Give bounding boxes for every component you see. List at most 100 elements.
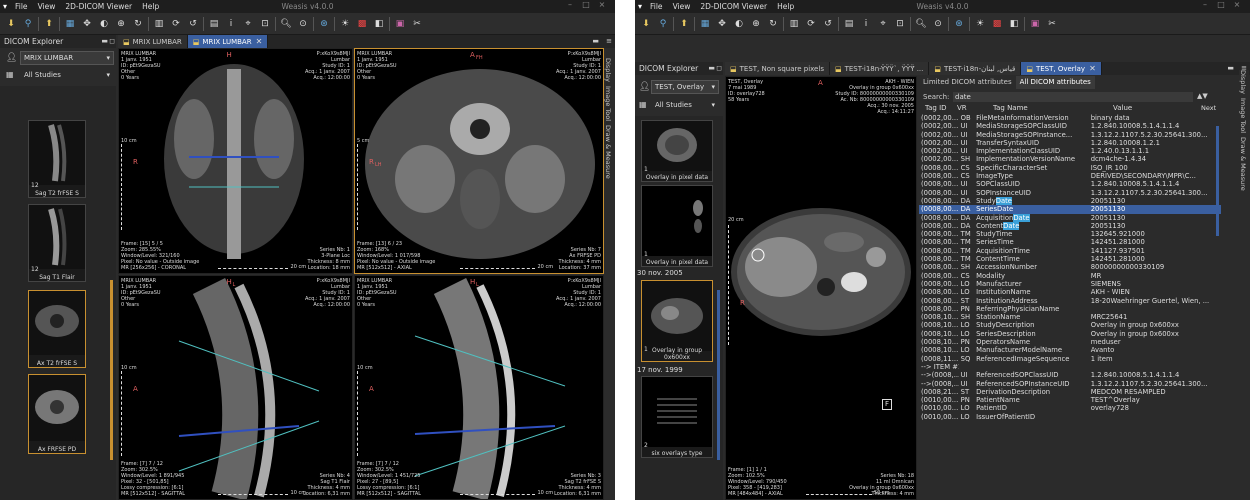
draw-measure-panel-tab[interactable]: Draw & Measure	[604, 125, 612, 179]
tools-icon[interactable]: ✂	[1045, 17, 1059, 31]
invert-icon[interactable]: ◧	[372, 17, 386, 31]
menu-file[interactable]: File	[645, 2, 668, 11]
table-row[interactable]: (0008,00... LO InstitutionName AKH - WIEN	[919, 288, 1221, 296]
rotate-tool-icon[interactable]: ↻	[766, 17, 780, 31]
table-row[interactable]: (0002,00... UI TransferSyntaxUID 1.2.840.10…	[919, 139, 1221, 147]
minimize-icon[interactable]: –	[1198, 0, 1212, 9]
brightness-icon[interactable]: ☀	[973, 17, 987, 31]
table-row[interactable]: (0008,00... ST InstitutionAddress 18-20Waeh…	[919, 297, 1221, 305]
column-vr[interactable]: VR	[957, 104, 973, 114]
minimize-icon[interactable]: –	[563, 0, 577, 9]
image-viewport-1[interactable]: MRIX LUMBAR 1 janv. 1951 ID: pEt9GezaSU …	[118, 48, 353, 274]
close-icon[interactable]: ×	[595, 0, 609, 9]
color-lut-icon[interactable]: ▩	[355, 17, 369, 31]
table-row[interactable]: (0008,00... TM SeriesTime 142451.281000	[919, 238, 1221, 246]
thumbnail-overlay-pixel-2[interactable]: 1 Overlay in pixel data	[641, 185, 713, 267]
image-viewport[interactable]: TEST, Overlay 7 mai 1989 ID: overlay728 …	[725, 76, 917, 500]
3d-icon[interactable]: ⊛	[317, 17, 331, 31]
magnifier-icon[interactable]: 🔍︎	[914, 17, 928, 31]
thumbnail-ax-pd[interactable]: Ax FRFSE PD	[28, 374, 86, 454]
minimize-view-icon[interactable]: ▬	[1227, 64, 1234, 72]
patient-select[interactable]: TEST, Overlay ▾	[651, 80, 719, 94]
image-tool-panel-tab[interactable]: Image Tool	[604, 86, 612, 121]
table-row[interactable]: (0008,00... SH AccessionNumber 800000000003…	[919, 263, 1221, 271]
filter-icon[interactable]: ▲▼	[1197, 92, 1208, 100]
select-icon[interactable]: ⊡	[893, 17, 907, 31]
table-row[interactable]: (0002,00... UI ImplementationClassUID 1.2.4…	[919, 147, 1221, 155]
table-row[interactable]: (0010,00... LO PatientID overlay728	[919, 404, 1221, 412]
menu-view[interactable]: View	[33, 2, 61, 11]
thumbnail-overlay-pixel-1[interactable]: 1 Overlay in pixel data	[641, 120, 713, 182]
table-row[interactable]: (0008,10... SH StationName MRC25641	[919, 313, 1221, 321]
table-row[interactable]: -->(0008,... UI ReferencedSOPClassUID 1.2.8…	[919, 371, 1221, 379]
table-row[interactable]: (0002,00... UI MediaStorageSOPInstance... 1…	[919, 131, 1221, 139]
color-lut-icon[interactable]: ▩	[990, 17, 1004, 31]
crosshair-icon[interactable]: ⌖	[876, 17, 890, 31]
table-row[interactable]: (0008,00... CS SpecificCharacterSet ISO_IR …	[919, 164, 1221, 172]
table-row[interactable]: (0008,00... TM ContentTime 142451.281000	[919, 255, 1221, 263]
menu-view[interactable]: View	[668, 2, 696, 11]
window-level-icon[interactable]: ◐	[732, 17, 746, 31]
display-icon[interactable]: ▤	[842, 17, 856, 31]
tab-limited-attributes[interactable]: Limited DICOM attributes	[919, 76, 1016, 89]
maximize-icon[interactable]: □	[1214, 0, 1228, 9]
image-viewport-4[interactable]: MRIX LUMBAR 1 janv. 1951 ID: pEt9GezaSU …	[354, 275, 604, 500]
menu-viewer[interactable]: 2D-DICOM Viewer	[695, 2, 772, 11]
cine-icon[interactable]: ▣	[1028, 17, 1042, 31]
column-value[interactable]: Value	[1073, 104, 1173, 114]
synch-icon[interactable]: ⟳	[169, 17, 183, 31]
table-row[interactable]: (0008,00... DA AcquisitionDate 20051130	[919, 213, 1221, 222]
layout-icon[interactable]: ▦	[698, 17, 712, 31]
series-scroll-bar[interactable]	[717, 290, 720, 460]
thumbnail-ax-t2[interactable]: Ax T2 frFSE S	[28, 290, 86, 368]
table-row[interactable]: (0008,00... DA StudyDate 20051130	[919, 196, 1221, 205]
zoom-tool-icon[interactable]: ⊕	[749, 17, 763, 31]
grid-layout-icon[interactable]: ▥	[152, 17, 166, 31]
table-row[interactable]: (0008,00... PN ReferringPhysicianName	[919, 305, 1221, 313]
close-tab-icon[interactable]: ✕	[256, 37, 263, 46]
rotate-tool-icon[interactable]: ↻	[131, 17, 145, 31]
table-row[interactable]: --> ITEM #1	[919, 363, 1221, 371]
reset-icon[interactable]: ↺	[186, 17, 200, 31]
menu-file[interactable]: File	[10, 2, 33, 11]
table-row[interactable]: (0002,00... UI MediaStorageSOPClassUID 1.2.…	[919, 122, 1221, 130]
select-icon[interactable]: ⊡	[258, 17, 272, 31]
reset-icon[interactable]: ↺	[821, 17, 835, 31]
search-dicom-icon[interactable]: ⚲	[656, 17, 670, 31]
magnifier-icon[interactable]: 🔍︎	[279, 17, 293, 31]
thumbnail-overlay-group[interactable]: 1 Overlay in group 0x600xx	[641, 280, 713, 362]
table-scrollbar[interactable]	[1216, 126, 1219, 236]
display-icon[interactable]: ▤	[207, 17, 221, 31]
table-row[interactable]: (0002,00... SH ImplementationVersionName dc…	[919, 155, 1221, 163]
dicom-sr-icon[interactable]: ⊙	[931, 17, 945, 31]
crosshair-icon[interactable]: ⌖	[241, 17, 255, 31]
table-row[interactable]: (0008,00... UI SOPInstanceUID 1.3.12.2.1107…	[919, 189, 1221, 197]
thumbnail-sag-t1[interactable]: 12 Sag T1 Flair	[28, 204, 86, 282]
window-level-icon[interactable]: ◐	[97, 17, 111, 31]
export-dicom-icon[interactable]: ⬆	[677, 17, 691, 31]
table-row[interactable]: (0002,00... OB FileMetaInformationVersion b…	[919, 114, 1221, 122]
table-row[interactable]: (0008,00... UI SOPClassUID 1.2.840.10008.5.…	[919, 180, 1221, 188]
minimize-panel-icon[interactable]: ▬	[708, 64, 715, 72]
grid-layout-icon[interactable]: ▥	[787, 17, 801, 31]
image-tool-panel-tab[interactable]: Image Tool	[1239, 98, 1247, 133]
image-viewport-3[interactable]: MRIX LUMBAR 1 janv. 1951 ID: pEt9GezaSU …	[118, 275, 353, 500]
close-icon[interactable]: ×	[1230, 0, 1244, 9]
info-icon[interactable]: ⅰ	[224, 17, 238, 31]
draw-measure-panel-tab[interactable]: Draw & Measure	[1239, 137, 1247, 191]
search-dicom-icon[interactable]: ⚲	[21, 17, 35, 31]
3d-icon[interactable]: ⊛	[952, 17, 966, 31]
table-row[interactable]: (0008,10... LO StudyDescription Overlay in …	[919, 321, 1221, 329]
menu-icon[interactable]: ≡	[606, 37, 612, 45]
tab-mrix-lumbar-1[interactable]: ⬓ MRIX LUMBAR	[118, 35, 188, 48]
search-input[interactable]	[953, 92, 1193, 102]
table-row[interactable]: (0008,00... DA ContentDate 20051130	[919, 221, 1221, 230]
minimize-view-icon[interactable]: ▬	[592, 37, 599, 45]
pan-tool-icon[interactable]: ✥	[80, 17, 94, 31]
info-icon[interactable]: ⅰ	[859, 17, 873, 31]
table-row[interactable]: (0010,00... LO IssuerOfPatientID	[919, 413, 1221, 421]
layout-icon[interactable]: ▦	[63, 17, 77, 31]
table-row[interactable]: (0010,00... PN PatientName TEST^Overlay	[919, 396, 1221, 404]
patient-select[interactable]: MRIX LUMBAR ▾	[20, 51, 114, 65]
column-tag-name[interactable]: Tag Name	[973, 104, 1073, 114]
